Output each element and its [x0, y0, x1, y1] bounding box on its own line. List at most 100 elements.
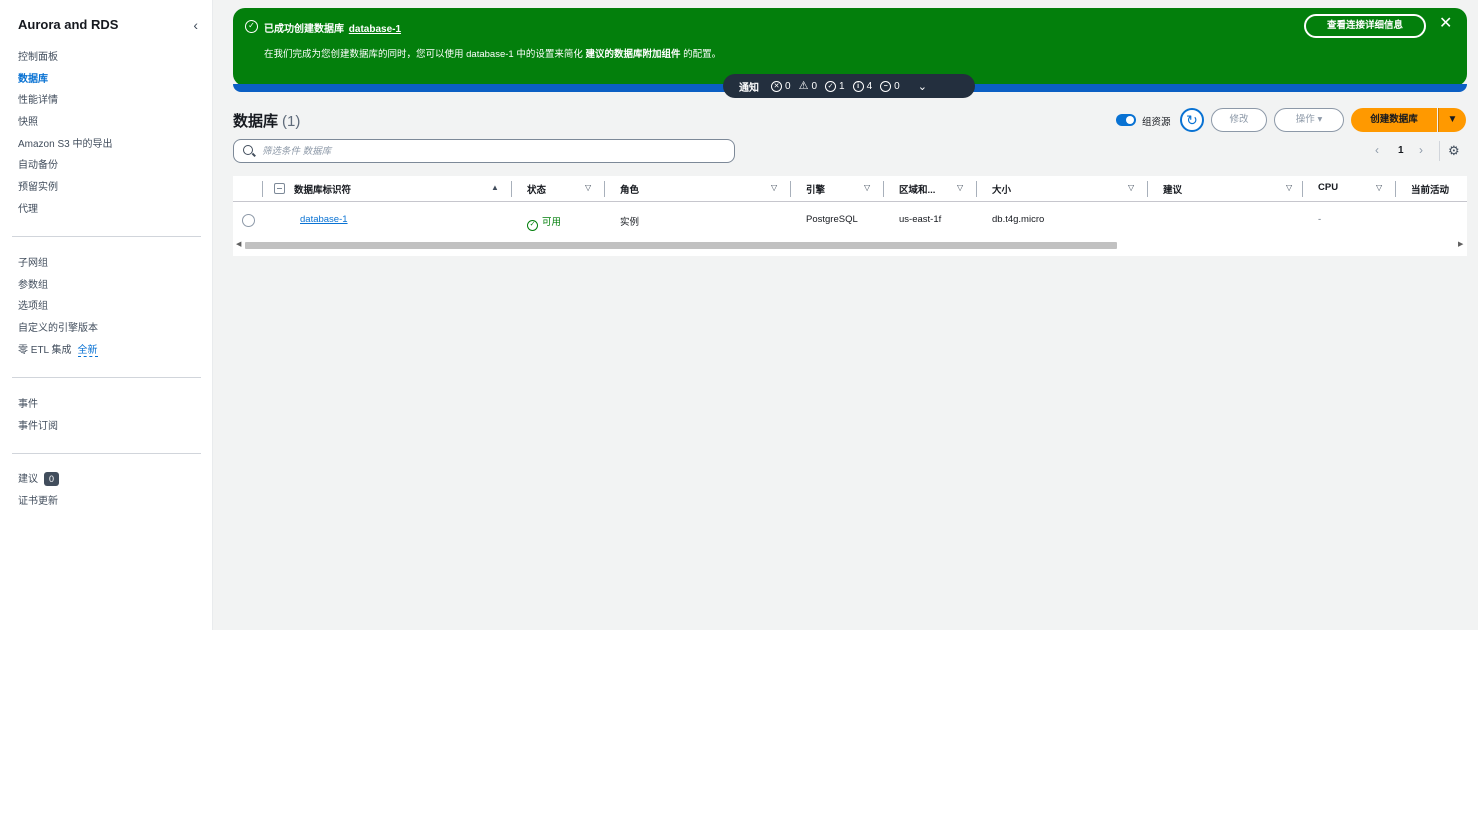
notification-in-progress-count: −0 [880, 80, 900, 92]
notification-summary[interactable]: 通知 ✕ 0 ⚠ 0 ✓ 1 i4 −0 ⌄ [723, 74, 975, 98]
column-label: 大小 [992, 185, 1012, 196]
column-divider[interactable] [604, 181, 605, 197]
actions-label: 操作 [1295, 114, 1315, 125]
column-label: 建议 [1163, 185, 1183, 196]
sidebar-item-automated-backups[interactable]: 自动备份 [18, 155, 208, 177]
sidebar-group-misc: 建议 0 证书更新 [18, 469, 208, 512]
column-header-region[interactable]: 区域和... ▽ [899, 182, 967, 196]
db-identifier-link[interactable]: database-1 [300, 214, 348, 225]
scroll-left-icon[interactable]: ◀ [236, 240, 241, 248]
sort-ascending-icon: ▲ [491, 183, 499, 192]
sidebar-group-main: 控制面板 数据库 性能详情 快照 Amazon S3 中的导出 自动备份 预留实… [18, 47, 208, 221]
search-icon [243, 145, 253, 155]
sidebar-item-event-subscriptions[interactable]: 事件订阅 [18, 416, 208, 438]
sort-icon: ▽ [1286, 183, 1293, 192]
gear-icon[interactable]: ⚙ [1448, 143, 1460, 159]
sidebar-divider [12, 377, 201, 378]
column-divider[interactable] [1395, 181, 1396, 197]
sidebar-item-recommendations[interactable]: 建议 0 [18, 469, 208, 491]
sidebar: Aurora and RDS ‹ 控制面板 数据库 性能详情 快照 Amazon… [0, 0, 213, 630]
scroll-right-icon[interactable]: ▶ [1458, 240, 1463, 248]
refresh-button[interactable]: ↻ [1180, 108, 1204, 132]
column-divider[interactable] [790, 181, 791, 197]
flash-desc-part1: 在我们完成为您创建数据库的同时，您可以使用 database-1 中的设置来简化 [264, 49, 583, 60]
column-header-recommendations[interactable]: 建议 ▽ [1163, 182, 1293, 196]
sidebar-item-subnet-groups[interactable]: 子网组 [18, 253, 208, 275]
column-header-role[interactable]: 角色 ▽ [620, 182, 780, 196]
column-divider[interactable] [976, 181, 977, 197]
error-count: 0 [785, 80, 791, 92]
engine-cell: PostgreSQL [806, 214, 858, 225]
sidebar-item-proxies[interactable]: 代理 [18, 199, 208, 221]
flash-desc-part2: 的配置。 [683, 49, 722, 60]
table-row[interactable]: database-1 ✓ 可用 实例 PostgreSQL us-east-1f … [233, 203, 1467, 239]
flash-title: 已成功创建数据库 database-1 [264, 20, 401, 35]
info-count: 4 [866, 80, 873, 92]
new-badge: 全新 [77, 344, 98, 357]
sidebar-item-custom-engine-versions[interactable]: 自定义的引擎版本 [18, 318, 208, 340]
pagination-divider [1439, 141, 1440, 161]
create-database-dropdown[interactable]: ▼ [1438, 108, 1466, 132]
sidebar-item-s3-exports[interactable]: Amazon S3 中的导出 [18, 134, 208, 156]
column-label: 当前活动 [1411, 185, 1450, 196]
sidebar-item-reserved-instances[interactable]: 预留实例 [18, 177, 208, 199]
column-divider[interactable] [511, 181, 512, 197]
chevron-down-icon[interactable]: ⌄ [918, 80, 927, 93]
sidebar-item-parameter-groups[interactable]: 参数组 [18, 275, 208, 297]
in-progress-count: 0 [894, 80, 900, 92]
sidebar-item-databases[interactable]: 数据库 [18, 69, 208, 91]
database-count: (1) [282, 113, 301, 130]
sidebar-item-option-groups[interactable]: 选项组 [18, 296, 208, 318]
sidebar-group-events: 事件 事件订阅 [18, 394, 208, 437]
collapse-sidebar-icon[interactable]: ‹ [193, 17, 198, 33]
rds-console: Aurora and RDS ‹ 控制面板 数据库 性能详情 快照 Amazon… [0, 0, 1478, 630]
column-divider[interactable] [883, 181, 884, 197]
group-resources-toggle[interactable] [1116, 114, 1136, 126]
column-header-status[interactable]: 状态 ▽ [527, 182, 593, 196]
notification-error-count: ✕ 0 [771, 80, 791, 92]
next-page-icon[interactable]: › [1419, 143, 1423, 157]
sidebar-divider [12, 236, 201, 237]
column-header-size[interactable]: 大小 ▽ [992, 182, 1138, 196]
search-input[interactable] [262, 143, 722, 159]
create-database-button[interactable]: 创建数据库 [1351, 108, 1437, 132]
current-page[interactable]: 1 [1398, 145, 1404, 156]
column-label: 角色 [620, 185, 640, 196]
sidebar-item-certificate-update[interactable]: 证书更新 [18, 491, 208, 513]
sidebar-item-recommendations-label: 建议 [18, 474, 38, 485]
sidebar-item-events[interactable]: 事件 [18, 394, 208, 416]
sidebar-item-dashboard[interactable]: 控制面板 [18, 47, 208, 69]
sidebar-item-performance-insights[interactable]: 性能详情 [18, 90, 208, 112]
column-header-current-activity[interactable]: 当前活动 [1411, 182, 1467, 196]
info-icon: i [852, 80, 864, 92]
role-cell: 实例 [620, 217, 640, 228]
sidebar-item-snapshots[interactable]: 快照 [18, 112, 208, 134]
flash-db-link[interactable]: database-1 [349, 24, 401, 35]
size-cell: db.t4g.micro [992, 214, 1045, 225]
status-cell: ✓ 可用 [527, 214, 561, 231]
column-header-engine[interactable]: 引擎 ▽ [806, 182, 874, 196]
actions-button[interactable]: 操作 ▾ [1274, 108, 1344, 132]
row-select-radio[interactable] [242, 214, 255, 227]
scrollbar-thumb[interactable] [245, 242, 1117, 249]
group-resources-label: 组资源 [1142, 117, 1171, 128]
expand-all-checkbox[interactable] [274, 183, 285, 194]
success-check-icon: ✓ [245, 20, 258, 33]
previous-page-icon[interactable]: ‹ [1375, 143, 1379, 157]
refresh-icon: ↻ [1186, 112, 1198, 128]
horizontal-scrollbar[interactable]: ◀ ▶ [233, 240, 1467, 250]
sidebar-item-zero-etl-label: 零 ETL 集成 [18, 344, 72, 356]
column-divider[interactable] [1147, 181, 1148, 197]
page-title: 数据库 (1) [233, 110, 300, 131]
column-header-db-identifier[interactable]: 数据库标识符 ▲ [294, 182, 501, 196]
column-header-cpu[interactable]: CPU ▽ [1318, 182, 1383, 196]
column-label: 区域和... [899, 185, 936, 196]
close-icon[interactable]: ✕ [1439, 16, 1452, 32]
databases-table: 数据库标识符 ▲ 状态 ▽ 角色 ▽ 引擎 ▽ 区域和... ▽ 大小 ▽ 建议 ▽ CPU ▽… [233, 176, 1467, 256]
modify-button[interactable]: 修改 [1211, 108, 1267, 132]
sidebar-item-zero-etl[interactable]: 零 ETL 集成 全新 [18, 340, 208, 362]
notification-success-count: ✓ 1 [825, 80, 845, 92]
column-divider[interactable] [1302, 181, 1303, 197]
view-connection-details-button[interactable]: 查看连接详细信息 [1304, 14, 1426, 38]
flash-description: 在我们完成为您创建数据库的同时，您可以使用 database-1 中的设置来简化… [264, 46, 721, 60]
